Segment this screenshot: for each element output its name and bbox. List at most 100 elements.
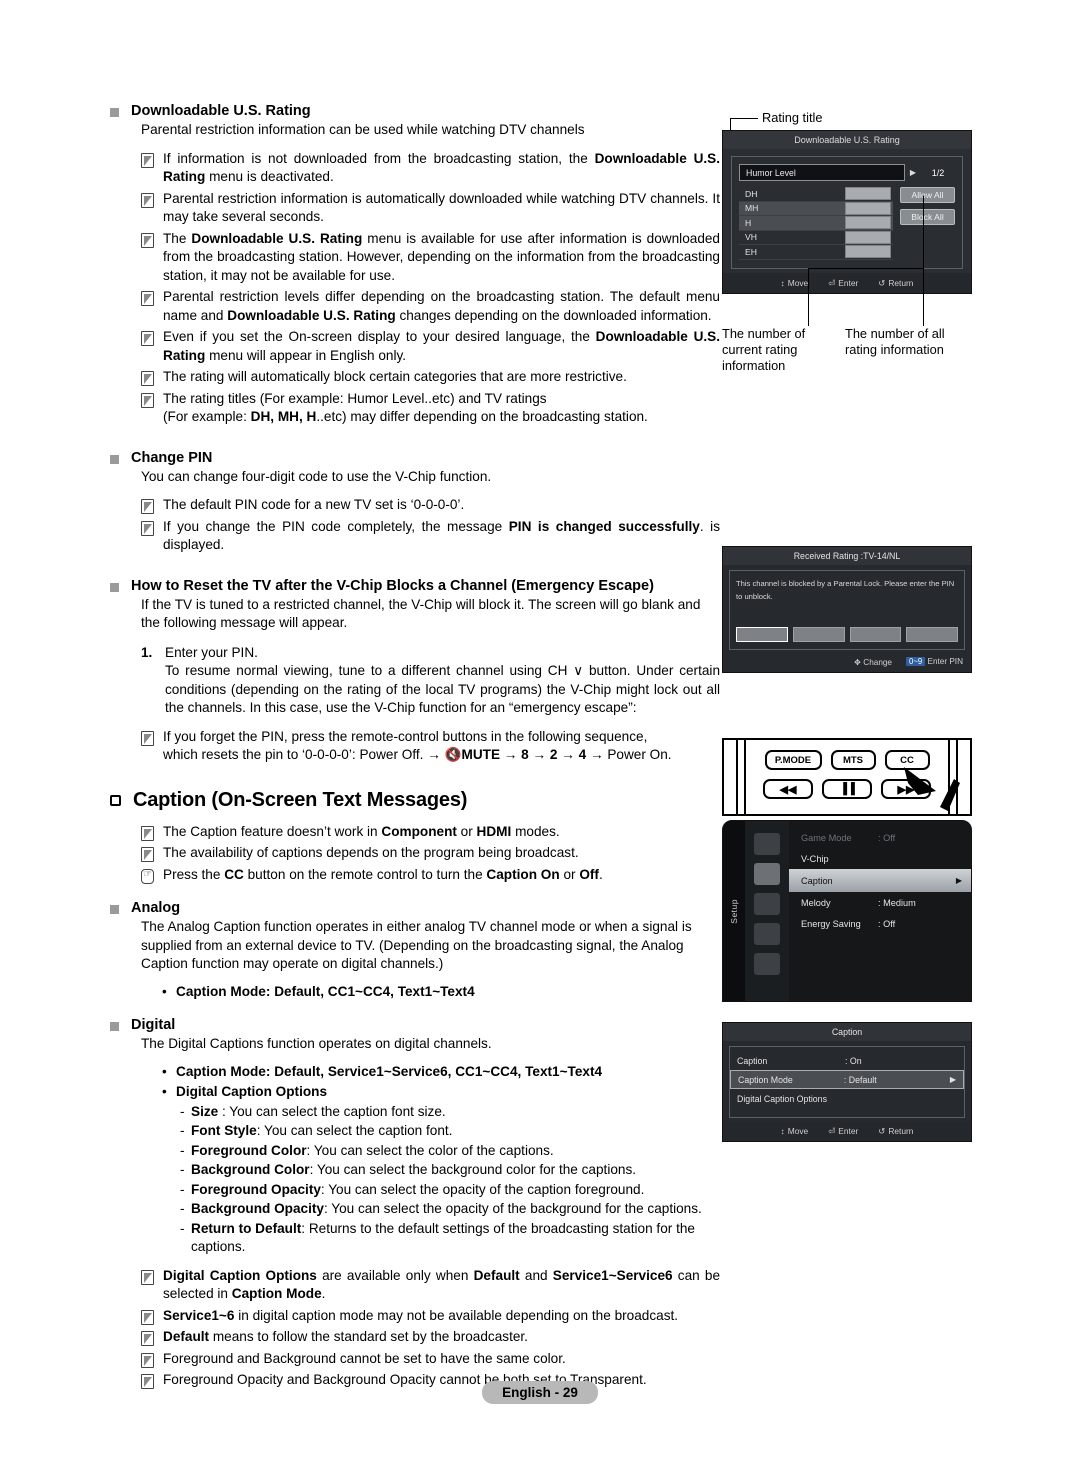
footer-label: Enter (838, 1126, 859, 1136)
caption-menu-footer: ↕ Move ⏎ Enter ↺ Return (723, 1121, 971, 1141)
dash-item: - Size : You can select the caption font… (180, 1103, 720, 1122)
caption-row-caption[interactable]: Caption : On (730, 1051, 964, 1070)
note-icon (141, 520, 154, 536)
square-bullet-icon (110, 1022, 119, 1031)
hand-pointer-icon (141, 867, 154, 884)
section-change-pin: Change PIN You can change four-digit cod… (110, 449, 720, 555)
note-item: Even if you set the On-screen display to… (141, 328, 720, 365)
bullet-item: • Digital Caption Options (162, 1083, 720, 1102)
move-icon: ↕ (780, 277, 785, 288)
section-digital: Digital The Digital Captions function op… (110, 1016, 720, 1390)
pin-entry-row (736, 627, 958, 642)
sound-icon[interactable] (754, 893, 780, 915)
footer-enter: ⏎ Enter (828, 1126, 858, 1136)
chevron-right-icon: ▶ (949, 1075, 956, 1084)
caption-row-digital-options[interactable]: Digital Caption Options (730, 1089, 964, 1108)
rating-row-checkbox[interactable] (845, 187, 891, 201)
block-all-button[interactable]: Block All (900, 209, 955, 225)
square-bullet-icon (110, 108, 119, 117)
rating-row[interactable]: VH (739, 230, 893, 245)
dash-text: Foreground Color: You can select the col… (191, 1142, 554, 1158)
dash-bullet-icon: - (180, 1123, 185, 1138)
rating-rows: DH MH H VH EH (739, 187, 893, 260)
osd-body: Humor Level ▶ 1/2 DH MH H VH EH Allow Al… (723, 149, 971, 273)
caption-row-label: Digital Caption Options (737, 1093, 827, 1104)
note-icon (141, 1352, 154, 1368)
move-icon: ↕ (780, 1126, 785, 1136)
chevron-right-icon: ▶ (955, 876, 962, 885)
note-icon (141, 1309, 154, 1325)
rating-row[interactable]: DH (739, 187, 893, 202)
section-title: Digital (131, 1017, 176, 1033)
note-icon (141, 232, 154, 248)
setup-item-list: Game Mode : Off V-Chip Caption ▶ Melody … (789, 821, 971, 1001)
note-text: If you change the PIN code completely, t… (163, 518, 720, 553)
rating-row-checkbox[interactable] (845, 245, 891, 259)
caption-row-value: : On (845, 1055, 862, 1066)
rating-row-checkbox[interactable] (845, 216, 891, 230)
callout-current-rating-count: The number of current rating information (722, 326, 806, 373)
support-icon[interactable] (754, 953, 780, 975)
enter-icon: ⏎ (828, 277, 836, 288)
dash-bullet-icon: - (180, 1220, 185, 1236)
caption-menu-frame: Caption : On Caption Mode : Default ▶ Di… (729, 1046, 965, 1118)
note-text: The availability of captions depends on … (163, 845, 579, 860)
rating-row[interactable]: H (739, 216, 893, 231)
note-text: If you forget the PIN, press the remote-… (163, 728, 672, 763)
footer-move: ↕ Move (781, 1126, 809, 1136)
pin-digit-box[interactable] (906, 627, 958, 642)
dash-bullet-icon: - (180, 1142, 185, 1158)
caption-row-caption-mode[interactable]: Caption Mode : Default ▶ (730, 1070, 964, 1089)
osd-frame: Humor Level ▶ 1/2 DH MH H VH EH Allow Al… (731, 156, 963, 269)
square-bullet-icon (110, 454, 119, 464)
chevron-right-icon[interactable]: ▶ (905, 168, 921, 177)
return-icon: ↺ (878, 277, 886, 288)
input-icon[interactable] (754, 923, 780, 945)
rating-row-checkbox[interactable] (845, 201, 891, 215)
return-icon: ↺ (878, 1126, 886, 1136)
pmode-button[interactable]: P.MODE (764, 750, 822, 770)
note-text: Press the CC button on the remote contro… (163, 866, 603, 882)
pin-digit-box[interactable] (736, 627, 788, 642)
setup-item-v-chip[interactable]: V-Chip (789, 848, 971, 869)
rating-row-checkbox[interactable] (845, 230, 891, 244)
setup-item-label: Game Mode (801, 832, 852, 843)
rating-title-field[interactable]: Humor Level (739, 164, 905, 181)
note-item: Digital Caption Options are available on… (141, 1267, 720, 1304)
blocked-dialog-title: Received Rating :TV-14/NL (723, 547, 971, 565)
allow-all-button[interactable]: Allow All (900, 187, 955, 203)
page-footer-badge: English - 29 (482, 1381, 598, 1404)
dot-bullet-icon: • (162, 1084, 167, 1099)
setup-item-melody[interactable]: Melody : Medium (789, 892, 971, 913)
callout-leader-line (730, 118, 758, 119)
setup-icon-rail (745, 821, 789, 1001)
setup-item-energy-saving[interactable]: Energy Saving : Off (789, 913, 971, 934)
section-heading: Analog (110, 899, 720, 918)
section-heading: Digital (110, 1016, 720, 1035)
pause-button[interactable]: ▐▐ (822, 779, 872, 799)
numbered-item-text: Enter your PIN. To resume normal viewing,… (165, 644, 720, 716)
rewind-button[interactable]: ◀◀ (763, 779, 813, 799)
setup-item-game-mode[interactable]: Game Mode : Off (789, 827, 971, 848)
mts-button[interactable]: MTS (830, 750, 876, 770)
setup-item-caption[interactable]: Caption ▶ (789, 869, 971, 892)
numbered-item: 1. Enter your PIN. To resume normal viewi… (141, 644, 720, 718)
callout-leader-line (808, 268, 809, 326)
dash-bullet-icon: - (180, 1201, 185, 1216)
setup-tab[interactable]: Setup (723, 821, 745, 1001)
setup-gear-icon[interactable] (754, 863, 780, 885)
rating-row[interactable]: EH (739, 245, 893, 260)
blocked-dialog-frame: This channel is blocked by a Parental Lo… (729, 570, 965, 650)
dash-item: - Foreground Color: You can select the c… (180, 1142, 720, 1161)
section-downloadable-us-rating: Downloadable U.S. Rating Parental restri… (110, 102, 720, 427)
rating-side-buttons: Allow All Block All (893, 187, 955, 260)
dash-text: Foreground Opacity: You can select the o… (191, 1181, 645, 1197)
pin-digit-box[interactable] (849, 627, 902, 642)
note-item: If you change the PIN code completely, t… (141, 518, 720, 555)
section-intro: The Digital Captions function operates o… (141, 1036, 492, 1051)
pin-digit-box[interactable] (792, 627, 845, 642)
picture-icon[interactable] (754, 833, 780, 855)
osd-setup-menu: Setup Game Mode : Off V-Chip Caption ▶ M… (722, 820, 972, 1002)
setup-item-label: Energy Saving (801, 918, 861, 929)
rating-row[interactable]: MH (739, 201, 893, 216)
